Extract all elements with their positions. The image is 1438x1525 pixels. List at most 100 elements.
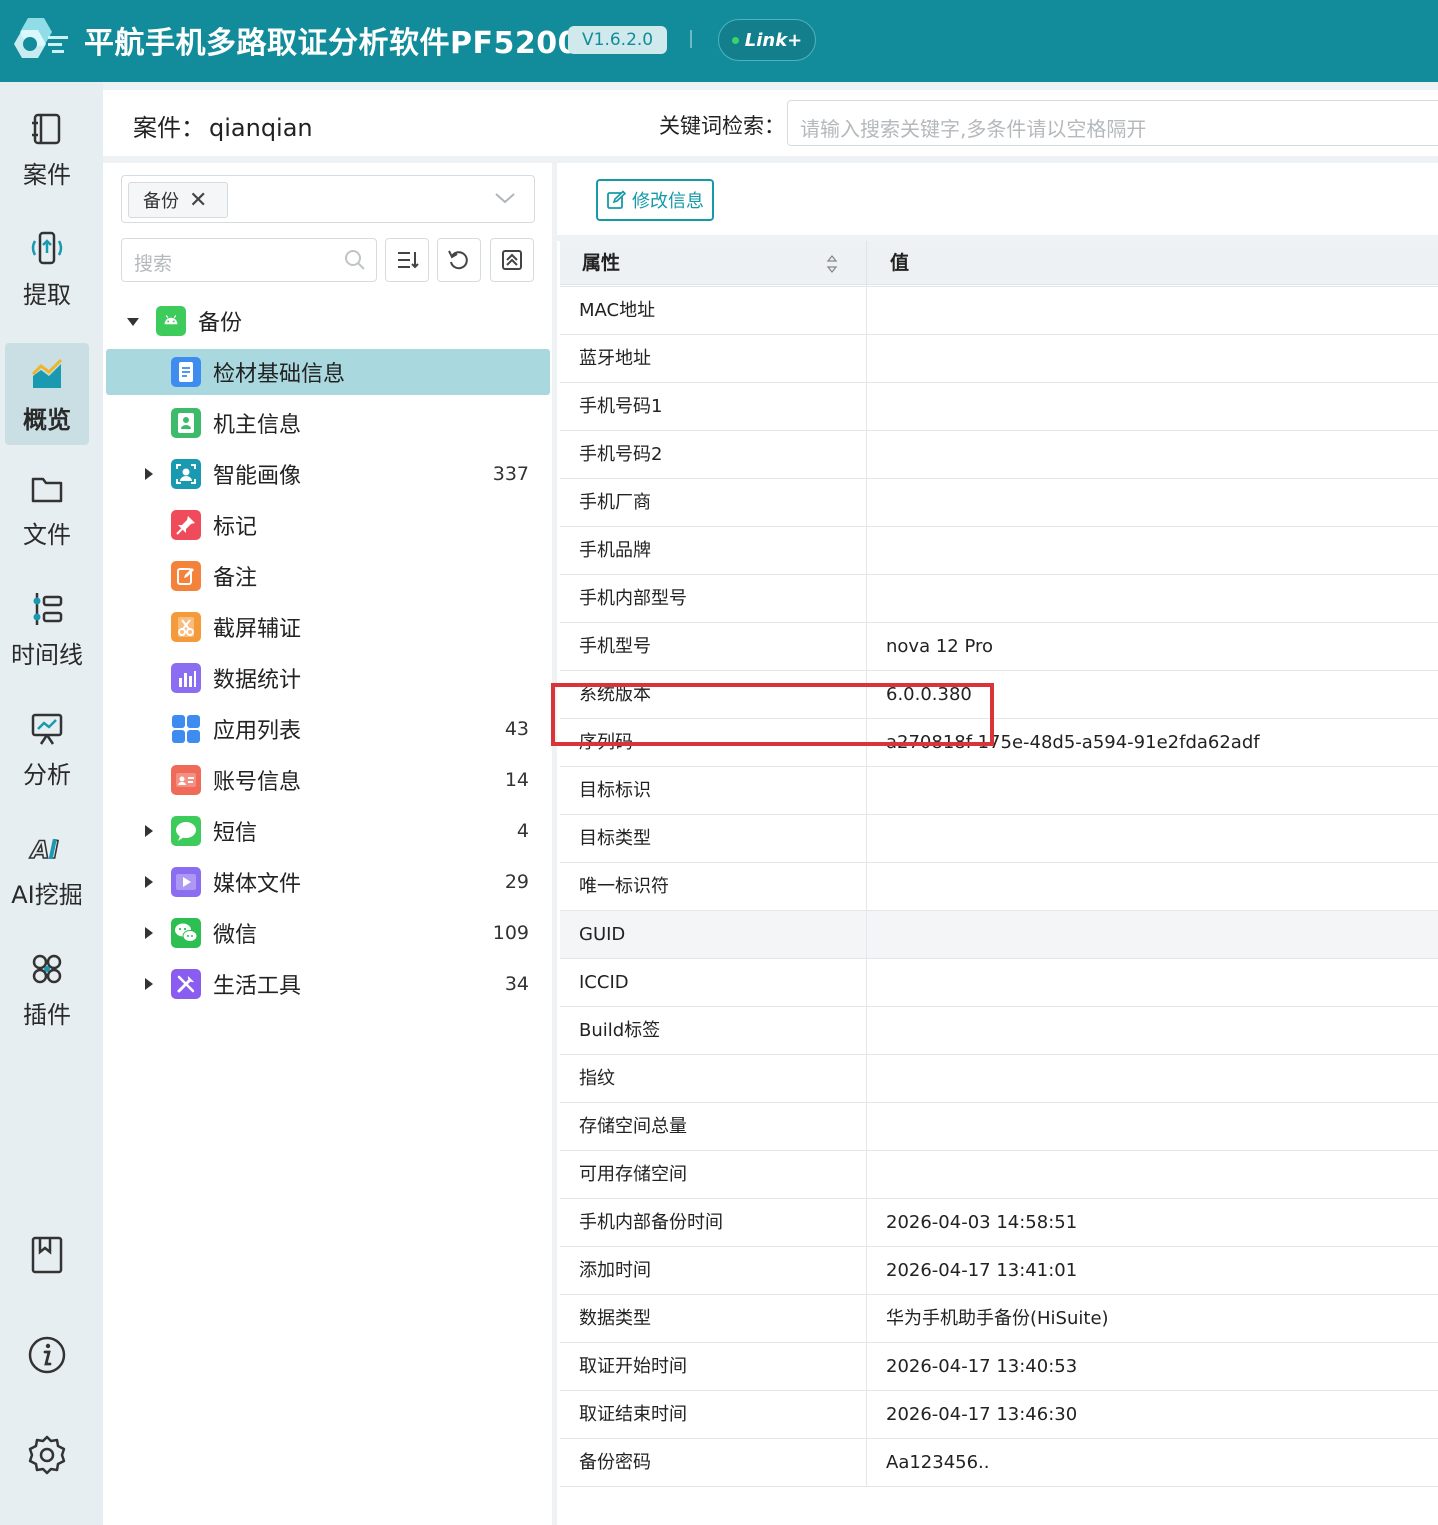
table-row[interactable]: 手机厂商 [560,479,1438,527]
portrait-icon [171,459,201,489]
row-value[interactable]: 2026-04-17 13:41:01 [886,1247,1077,1295]
sidebar-item-plugins[interactable]: 插件 [5,938,89,1040]
table-row[interactable]: 唯一标识符 [560,863,1438,911]
row-value[interactable]: 华为手机助手备份(HiSuite) [886,1295,1109,1343]
edit-info-label: 修改信息 [632,191,704,212]
tree-item-label: 媒体文件 [213,872,302,897]
row-key: 手机号码2 [579,444,663,465]
caret-down-icon[interactable] [127,318,139,326]
caret-right-icon[interactable] [145,876,153,888]
source-filter-select[interactable]: 备份 ✕ [121,175,535,223]
table-row[interactable]: 手机品牌 [560,527,1438,575]
table-row[interactable]: 手机号码1 [560,383,1438,431]
tree-item-label: 账号信息 [213,770,302,795]
column-header-key[interactable]: 属性 [582,241,620,285]
collapse-all-button[interactable] [385,238,429,282]
tree-item[interactable]: 应用列表 43 [103,706,552,752]
row-key: 手机型号 [579,636,651,657]
tree-root-backup[interactable]: 备份 [103,298,552,344]
cell-divider [866,1247,867,1295]
table-row[interactable]: Build标签 [560,1007,1438,1055]
tree-item-count: 29 [504,871,529,893]
caret-right-icon[interactable] [145,468,153,480]
tree-item[interactable]: 短信 4 [103,808,552,854]
search-icon [345,250,365,270]
tree-item[interactable]: 备注 [103,553,552,599]
table-row[interactable]: 手机内部型号 [560,575,1438,623]
tree-item[interactable]: 截屏辅证 [103,604,552,650]
row-key: 添加时间 [579,1260,651,1281]
table-row[interactable]: 指纹 [560,1055,1438,1103]
row-key: 手机内部型号 [579,588,687,609]
tree-item-count: 4 [516,820,529,842]
table-row[interactable]: 目标类型 [560,815,1438,863]
cell-divider [866,1343,867,1391]
close-icon[interactable]: ✕ [189,188,207,213]
caret-right-icon[interactable] [145,978,153,990]
table-row[interactable]: 备份密码 Aa123456.. [560,1439,1438,1487]
table-row[interactable]: GUID [560,911,1438,959]
tree-item[interactable]: 检材基础信息 [106,349,550,395]
table-row[interactable]: 可用存储空间 [560,1151,1438,1199]
header-divider [690,30,692,48]
caret-right-icon[interactable] [145,927,153,939]
row-value[interactable]: 2026-04-17 13:46:30 [886,1391,1077,1439]
sidebar-item-overview[interactable]: 概览 [5,343,89,445]
tree-search-input[interactable]: 搜索 [121,238,377,282]
link-plus-button[interactable]: Link+ [718,19,816,61]
table-row[interactable]: MAC地址 [560,287,1438,335]
tree-item[interactable]: 生活工具 34 [103,961,552,1007]
table-row[interactable]: 取证结束时间 2026-04-17 13:46:30 [560,1391,1438,1439]
row-value[interactable]: 2026-04-17 13:40:53 [886,1343,1077,1391]
sidebar-label: 概览 [23,405,71,434]
table-row[interactable]: 目标标识 [560,767,1438,815]
info-icon[interactable] [24,1332,70,1378]
row-key: Build标签 [579,1020,661,1041]
settings-gear-icon[interactable] [24,1432,70,1478]
edit-info-button[interactable]: 修改信息 [596,179,714,221]
tree-item-label: 生活工具 [213,974,302,999]
table-row[interactable]: 手机型号 nova 12 Pro [560,623,1438,671]
row-key: 蓝牙地址 [579,348,651,369]
tree-item-label: 微信 [213,923,258,948]
tree-item-label: 应用列表 [213,719,302,744]
tree-item[interactable]: 智能画像 337 [103,451,552,497]
table-row[interactable]: ICCID [560,959,1438,1007]
refresh-button[interactable] [437,238,481,282]
table-row[interactable]: 手机号码2 [560,431,1438,479]
row-value[interactable]: nova 12 Pro [886,623,993,671]
sidebar-item-timeline[interactable]: 时间线 [5,578,89,680]
table-row[interactable]: 手机内部备份时间 2026-04-03 14:58:51 [560,1199,1438,1247]
row-key: MAC地址 [579,300,656,321]
sidebar-item-files[interactable]: 文件 [5,458,89,560]
tree-item[interactable]: 账号信息 14 [103,757,552,803]
sidebar-item-extract[interactable]: 提取 [5,218,89,320]
scroll-top-button[interactable] [490,238,534,282]
sidebar-item-analysis[interactable]: 分析 [5,698,89,800]
collapse-list-icon [398,252,419,269]
tree-item[interactable]: 标记 [103,502,552,548]
table-row[interactable]: 存储空间总量 [560,1103,1438,1151]
table-row[interactable]: 蓝牙地址 [560,335,1438,383]
sort-icon[interactable] [826,253,838,275]
cell-divider [866,815,867,863]
caret-right-icon[interactable] [145,825,153,837]
keyword-search-input[interactable]: 请输入搜索关键字,多条件请以空格隔开 [787,100,1438,146]
table-row[interactable]: 数据类型 华为手机助手备份(HiSuite) [560,1295,1438,1343]
tree-item[interactable]: 机主信息 [103,400,552,446]
table-row[interactable]: 添加时间 2026-04-17 13:41:01 [560,1247,1438,1295]
tree-item[interactable]: 数据统计 [103,655,552,701]
row-value[interactable]: Aa123456.. [886,1439,990,1487]
tree-item[interactable]: 微信 109 [103,910,552,956]
row-key: 数据类型 [579,1308,651,1329]
table-row[interactable]: 取证开始时间 2026-04-17 13:40:53 [560,1343,1438,1391]
row-value[interactable]: 2026-04-03 14:58:51 [886,1199,1077,1247]
tree-item[interactable]: 媒体文件 29 [103,859,552,905]
sidebar-item-ai[interactable]: AI AI挖掘 [5,818,89,920]
cell-divider [866,767,867,815]
row-key: 目标类型 [579,828,651,849]
tree-item-label: 备注 [213,566,258,591]
version-badge: V1.6.2.0 [568,26,668,54]
sidebar-item-case[interactable]: 案件 [5,98,89,200]
bookmark-icon[interactable] [24,1232,70,1278]
